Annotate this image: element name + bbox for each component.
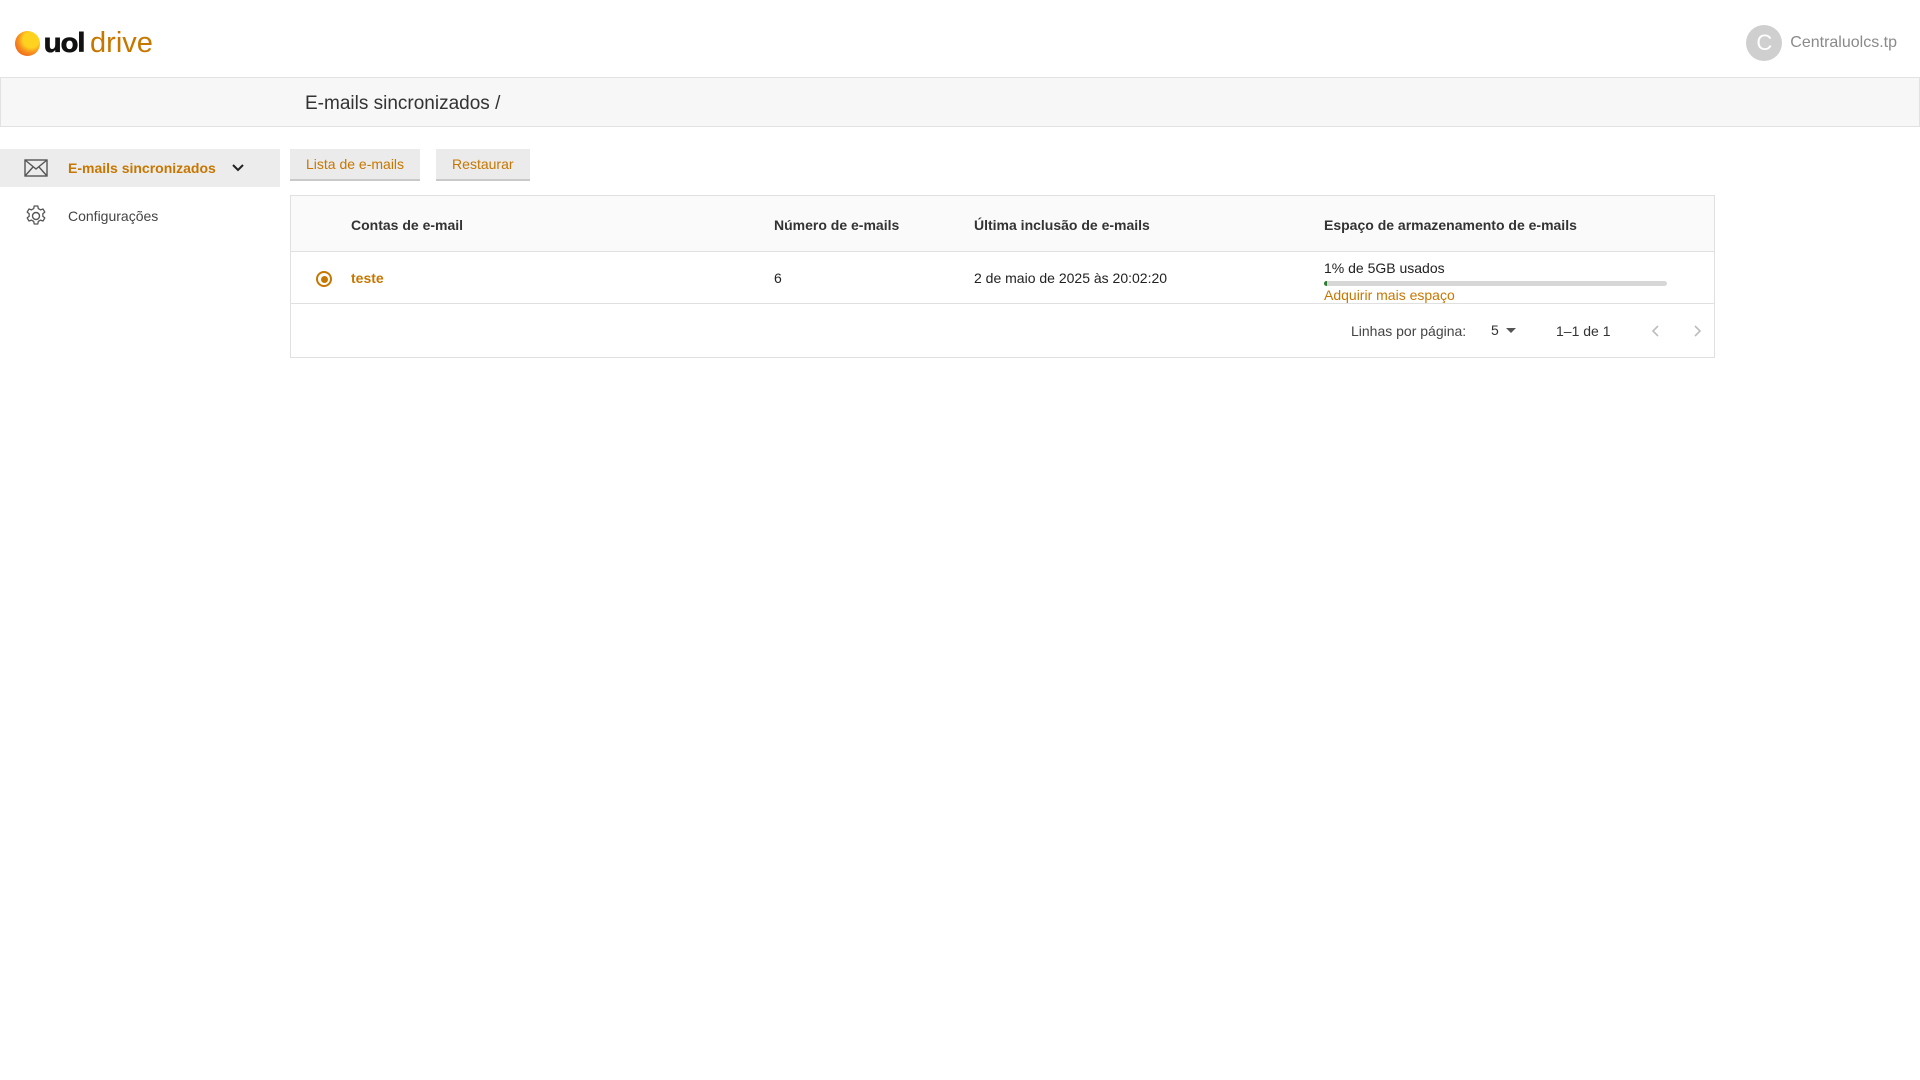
sidebar-item-label: Configurações [68, 208, 159, 224]
logo-product-text: drive [90, 26, 153, 59]
pagination-range: 1–1 de 1 [1556, 323, 1611, 339]
avatar: C [1746, 25, 1783, 61]
storage-progress-fill [1324, 281, 1328, 286]
sidebar-item-emails-sincronizados[interactable]: E-mails sincronizados [0, 149, 280, 187]
rows-per-page-value: 5 [1491, 322, 1499, 338]
column-header-storage: Espaço de armazenamento de e-mails [1324, 217, 1577, 233]
next-page-icon[interactable] [1686, 320, 1708, 342]
table-row[interactable]: teste 6 2 de maio de 2025 às 20:02:20 1%… [291, 252, 1714, 304]
breadcrumb: E-mails sincronizados / [305, 93, 501, 114]
sidebar-item-label: E-mails sincronizados [68, 160, 216, 176]
gear-icon [23, 203, 49, 229]
column-header-accounts: Contas de e-mail [351, 217, 464, 233]
radio-selected-dot [320, 275, 328, 283]
email-count: 6 [774, 270, 782, 286]
rows-per-page-label: Linhas por página: [1351, 323, 1467, 339]
tab-restaurar[interactable]: Restaurar [436, 149, 530, 181]
top-header: uol drive C Centraluolcs.tp [0, 0, 1920, 77]
row-radio-button[interactable] [316, 271, 332, 287]
table-pagination: Linhas por página: 5 1–1 de 1 [291, 304, 1714, 357]
column-header-last-inclusion: Última inclusão de e-mails [974, 217, 1150, 233]
caret-down-icon [1505, 327, 1516, 333]
column-header-count: Número de e-mails [774, 217, 900, 233]
tab-lista-de-emails[interactable]: Lista de e-mails [290, 149, 421, 181]
buy-more-space-link[interactable]: Adquirir mais espaço [1324, 287, 1669, 303]
account-name[interactable]: teste [351, 270, 384, 286]
chevron-down-icon[interactable] [231, 161, 245, 175]
rows-per-page-select[interactable]: 5 [1491, 322, 1516, 338]
storage-progress-bar [1324, 281, 1667, 286]
sidebar-item-configuracoes[interactable]: Configurações [0, 197, 280, 235]
sidebar: E-mails sincronizados Configurações [0, 149, 280, 245]
last-inclusion-date: 2 de maio de 2025 às 20:02:20 [974, 270, 1168, 286]
storage-usage-text: 1% de 5GB usados [1324, 260, 1445, 276]
mail-icon [23, 155, 49, 181]
prev-page-icon[interactable] [1645, 320, 1667, 342]
user-name: Centraluolcs.tp [1790, 34, 1897, 51]
uol-drive-logo[interactable]: uol drive [15, 28, 153, 58]
email-accounts-table: Contas de e-mail Número de e-mails Últim… [290, 195, 1715, 358]
storage-cell: 1% de 5GB usados Adquirir mais espaço [1324, 260, 1669, 303]
logo-brand-text: uol [43, 27, 86, 59]
tab-bar: Lista de e-mails Restaurar [290, 149, 546, 181]
uol-ball-icon [15, 30, 40, 56]
table-header: Contas de e-mail Número de e-mails Últim… [291, 196, 1714, 252]
breadcrumb-bar: E-mails sincronizados / [0, 77, 1920, 127]
user-menu[interactable]: C Centraluolcs.tp [1746, 25, 1897, 61]
